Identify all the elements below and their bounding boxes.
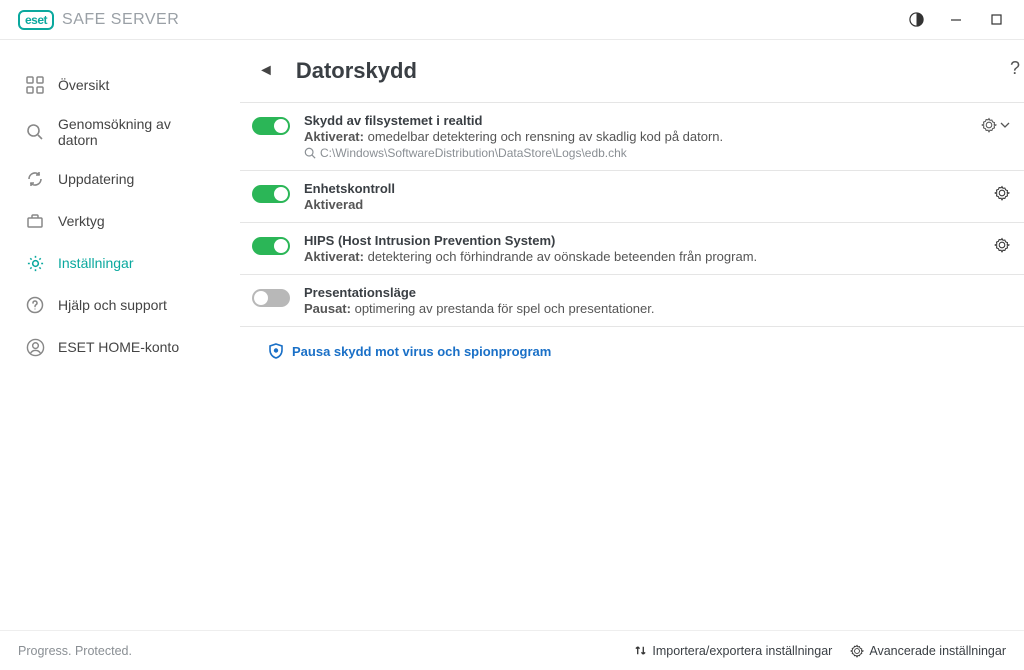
maximize-icon [991, 14, 1002, 25]
sidebar-item-label: Verktyg [58, 213, 105, 229]
row-desc: Aktiverat: detektering och förhindrande … [304, 249, 990, 264]
sidebar-item-overview[interactable]: Översikt [0, 64, 240, 106]
row-desc: Pausat: optimering av prestanda för spel… [304, 301, 1014, 316]
maximize-button[interactable] [976, 5, 1016, 35]
sidebar-item-label: Uppdatering [58, 171, 134, 187]
help-icon [24, 294, 46, 316]
sidebar-item-settings[interactable]: Inställningar [0, 242, 240, 284]
back-button[interactable]: ◄ [250, 58, 282, 84]
sidebar-item-label: Översikt [58, 77, 109, 93]
brand-product: SAFE SERVER [62, 11, 179, 29]
magnifier-small-icon [304, 147, 316, 159]
sidebar-item-update[interactable]: Uppdatering [0, 158, 240, 200]
import-export-link[interactable]: Importera/exportera inställningar [634, 644, 832, 658]
title-bar: eset SAFE SERVER [0, 0, 1024, 40]
gear-icon [981, 117, 997, 133]
sidebar-item-scan[interactable]: Genomsökning av datorn [0, 106, 240, 158]
page-title: Datorskydd [296, 58, 417, 84]
pause-link-label: Pausa skydd mot virus och spionprogram [292, 344, 551, 359]
toggle-presentation[interactable] [252, 289, 290, 307]
gear-icon [994, 185, 1010, 201]
minimize-button[interactable] [936, 5, 976, 35]
setting-row-presentation: Presentationsläge Pausat: optimering av … [240, 275, 1024, 327]
shield-icon [268, 343, 284, 359]
sidebar-item-label: Genomsökning av datorn [58, 116, 208, 148]
row-title: Skydd av filsystemet i realtid [304, 113, 977, 128]
import-export-icon [634, 644, 647, 657]
advanced-settings-link[interactable]: Avancerade inställningar [850, 644, 1006, 658]
half-circle-icon [909, 12, 924, 27]
dashboard-icon [24, 74, 46, 96]
sidebar-item-label: ESET HOME-konto [58, 339, 179, 355]
sidebar-item-label: Inställningar [58, 255, 134, 271]
magnifier-icon [24, 121, 46, 143]
footer-slogan: Progress. Protected. [18, 644, 616, 658]
sidebar-item-home-account[interactable]: ESET HOME-konto [0, 326, 240, 368]
chevron-down-icon [1000, 120, 1010, 130]
row-gear-button[interactable] [990, 233, 1014, 257]
setting-row-device-control: Enhetskontroll Aktiverad [240, 171, 1024, 223]
footer-link-label: Avancerade inställningar [869, 644, 1006, 658]
briefcase-icon [24, 210, 46, 232]
gear-icon [24, 252, 46, 274]
setting-row-hips: HIPS (Host Intrusion Prevention System) … [240, 223, 1024, 275]
setting-row-realtime: Skydd av filsystemet i realtid Aktiverat… [240, 103, 1024, 171]
row-title: HIPS (Host Intrusion Prevention System) [304, 233, 990, 248]
help-button[interactable]: ? [1010, 58, 1020, 79]
sidebar-item-help[interactable]: Hjälp och support [0, 284, 240, 326]
contrast-toggle-button[interactable] [896, 5, 936, 35]
toggle-device-control[interactable] [252, 185, 290, 203]
toggle-realtime[interactable] [252, 117, 290, 135]
row-title: Presentationsläge [304, 285, 1014, 300]
row-gear-button[interactable] [990, 181, 1014, 205]
gear-icon [850, 644, 864, 658]
user-circle-icon [24, 336, 46, 358]
gear-icon [994, 237, 1010, 253]
row-gear-dropdown[interactable] [977, 113, 1014, 137]
minimize-icon [950, 14, 962, 26]
sidebar: Översikt Genomsökning av datorn Uppdater… [0, 40, 240, 630]
sidebar-item-label: Hjälp och support [58, 297, 167, 313]
row-path: C:\Windows\SoftwareDistribution\DataStor… [304, 146, 977, 160]
sidebar-item-tools[interactable]: Verktyg [0, 200, 240, 242]
row-desc: Aktiverat: omedelbar detektering och ren… [304, 129, 977, 144]
footer: Progress. Protected. Importera/exportera… [0, 630, 1024, 670]
toggle-hips[interactable] [252, 237, 290, 255]
row-title: Enhetskontroll [304, 181, 990, 196]
row-desc: Aktiverad [304, 197, 990, 212]
main-panel: ◄ Datorskydd ? Skydd av filsystemet i re… [240, 40, 1024, 630]
pause-protection-link[interactable]: Pausa skydd mot virus och spionprogram [240, 327, 1024, 359]
footer-link-label: Importera/exportera inställningar [652, 644, 832, 658]
brand-badge: eset [18, 10, 54, 30]
refresh-icon [24, 168, 46, 190]
